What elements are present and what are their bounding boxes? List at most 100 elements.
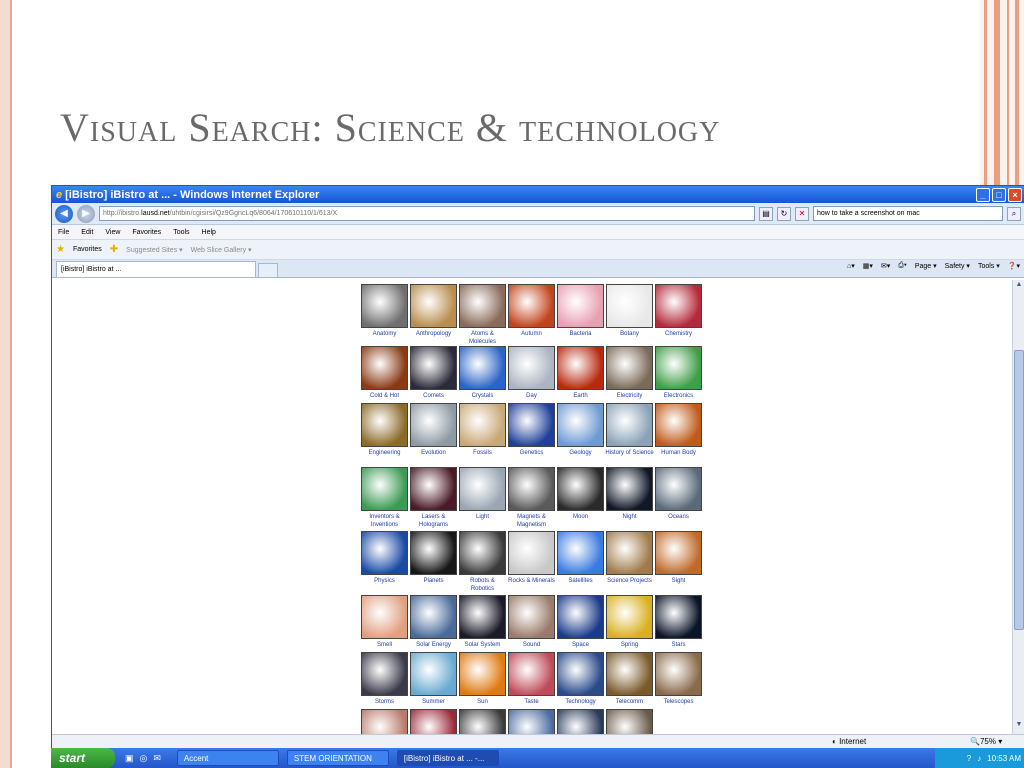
category-telecomm[interactable]: Telecomm bbox=[605, 652, 654, 706]
home-icon[interactable]: ⌂▾ bbox=[847, 262, 855, 270]
search-input[interactable]: how to take a screenshot on mac bbox=[813, 206, 1003, 221]
quick-launch-icon[interactable]: ▣ bbox=[125, 753, 134, 764]
refresh-icon[interactable]: ↻ bbox=[777, 206, 791, 221]
category-thumbnail[interactable] bbox=[508, 652, 555, 696]
mail-icon[interactable]: ✉▾ bbox=[881, 262, 890, 270]
category-thumbnail[interactable] bbox=[508, 284, 555, 328]
category-thumbnail[interactable] bbox=[410, 531, 457, 575]
category-botany[interactable]: Botany bbox=[605, 284, 654, 338]
category-thumbnail[interactable] bbox=[459, 531, 506, 575]
scroll-thumb[interactable] bbox=[1014, 350, 1024, 630]
taskbar-item-accent[interactable]: Accent bbox=[176, 750, 279, 766]
category-thumbnail[interactable] bbox=[361, 595, 408, 639]
category-thumbnail[interactable] bbox=[606, 531, 653, 575]
category-label[interactable]: Autumn bbox=[507, 330, 556, 338]
category-label[interactable]: Stars bbox=[654, 641, 703, 649]
category-fossils[interactable]: Fossils bbox=[458, 403, 507, 457]
category-rocks-and-minerals[interactable]: Rocks & Minerals bbox=[507, 531, 556, 585]
category-chemistry[interactable]: Chemistry bbox=[654, 284, 703, 338]
category-thumbnail[interactable] bbox=[508, 595, 555, 639]
category-thumbnail[interactable] bbox=[655, 652, 702, 696]
category-label[interactable]: Day bbox=[507, 392, 556, 400]
scroll-down-icon[interactable]: ▼ bbox=[1014, 721, 1024, 733]
category-item-53[interactable] bbox=[556, 709, 605, 734]
category-thumbnail[interactable] bbox=[655, 531, 702, 575]
category-thumbnail[interactable] bbox=[410, 284, 457, 328]
category-thumbnail[interactable] bbox=[655, 403, 702, 447]
category-light[interactable]: Light bbox=[458, 467, 507, 521]
mail-quick-icon[interactable]: ✉ bbox=[153, 753, 161, 764]
category-thumbnail[interactable] bbox=[459, 652, 506, 696]
category-label[interactable]: Evolution bbox=[409, 449, 458, 457]
category-inventors-and-inventions[interactable]: Inventors & Inventions bbox=[360, 467, 409, 529]
address-input[interactable]: http://ibistro. lausd.net/uhtbin/cgisirsi… bbox=[99, 206, 755, 221]
category-item-54[interactable] bbox=[605, 709, 654, 734]
category-label[interactable]: Anthropology bbox=[409, 330, 458, 338]
category-label[interactable]: Lasers & Holograms bbox=[409, 513, 458, 529]
category-sound[interactable]: Sound bbox=[507, 595, 556, 649]
category-history-of-science[interactable]: History of Science bbox=[605, 403, 654, 457]
menu-edit[interactable]: Edit bbox=[81, 229, 93, 236]
category-smell[interactable]: Smell bbox=[360, 595, 409, 649]
category-thumbnail[interactable] bbox=[459, 595, 506, 639]
back-button[interactable]: ◀ bbox=[55, 204, 73, 223]
category-thumbnail[interactable] bbox=[361, 652, 408, 696]
web-slice-gallery-link[interactable]: Web Slice Gallery ▾ bbox=[191, 246, 252, 254]
category-telescopes[interactable]: Telescopes bbox=[654, 652, 703, 706]
category-anatomy[interactable]: Anatomy bbox=[360, 284, 409, 338]
search-icon[interactable]: ⌕ bbox=[1007, 206, 1021, 221]
category-thumbnail[interactable] bbox=[557, 709, 604, 734]
category-label[interactable]: Planets bbox=[409, 577, 458, 585]
category-earth[interactable]: Earth bbox=[556, 346, 605, 400]
category-thumbnail[interactable] bbox=[606, 284, 653, 328]
category-thumbnail[interactable] bbox=[361, 531, 408, 575]
tray-help-icon[interactable]: ? bbox=[967, 754, 971, 763]
taskbar-item-ibistro[interactable]: [iBistro] iBistro at ... -... bbox=[396, 750, 499, 766]
category-label[interactable]: Chemistry bbox=[654, 330, 703, 338]
category-item-51[interactable] bbox=[458, 709, 507, 734]
category-lasers-and-holograms[interactable]: Lasers & Holograms bbox=[409, 467, 458, 529]
category-solar-energy[interactable]: Solar Energy bbox=[409, 595, 458, 649]
print-icon[interactable]: ⎙▾ bbox=[898, 262, 907, 270]
category-label[interactable]: Sight bbox=[654, 577, 703, 585]
category-label[interactable]: Space bbox=[556, 641, 605, 649]
category-label[interactable]: Solar System bbox=[458, 641, 507, 649]
page-menu[interactable]: Page ▾ bbox=[915, 262, 937, 270]
category-thumbnail[interactable] bbox=[410, 709, 457, 734]
category-label[interactable]: Earth bbox=[556, 392, 605, 400]
category-technology[interactable]: Technology bbox=[556, 652, 605, 706]
category-thumbnail[interactable] bbox=[508, 346, 555, 390]
category-label[interactable]: Smell bbox=[360, 641, 409, 649]
category-autumn[interactable]: Autumn bbox=[507, 284, 556, 338]
category-electricity[interactable]: Electricity bbox=[605, 346, 654, 400]
stop-icon[interactable]: ✕ bbox=[795, 206, 809, 221]
menu-favorites[interactable]: Favorites bbox=[132, 229, 161, 236]
zoom-level[interactable]: 🔍75% ▾ bbox=[970, 737, 1002, 746]
category-label[interactable]: Solar Energy bbox=[409, 641, 458, 649]
category-thumbnail[interactable] bbox=[655, 595, 702, 639]
category-label[interactable]: Sound bbox=[507, 641, 556, 649]
category-label[interactable]: Anatomy bbox=[360, 330, 409, 338]
category-geology[interactable]: Geology bbox=[556, 403, 605, 457]
category-thumbnail[interactable] bbox=[361, 467, 408, 511]
menu-help[interactable]: Help bbox=[202, 229, 216, 236]
category-planets[interactable]: Planets bbox=[409, 531, 458, 585]
category-spring[interactable]: Spring bbox=[605, 595, 654, 649]
category-science-projects[interactable]: Science Projects bbox=[605, 531, 654, 585]
minimize-button[interactable]: _ bbox=[976, 187, 990, 202]
category-label[interactable]: Telecomm bbox=[605, 698, 654, 706]
category-thumbnail[interactable] bbox=[361, 403, 408, 447]
category-label[interactable]: Storms bbox=[360, 698, 409, 706]
ie-quick-icon[interactable]: ◎ bbox=[140, 753, 148, 764]
category-taste[interactable]: Taste bbox=[507, 652, 556, 706]
tab-ibistro[interactable]: [iBistro] iBistro at ... bbox=[56, 261, 256, 277]
category-thumbnail[interactable] bbox=[361, 709, 408, 734]
menu-tools[interactable]: Tools bbox=[173, 229, 189, 236]
category-thumbnail[interactable] bbox=[606, 403, 653, 447]
category-day[interactable]: Day bbox=[507, 346, 556, 400]
category-thumbnail[interactable] bbox=[410, 403, 457, 447]
category-solar-system[interactable]: Solar System bbox=[458, 595, 507, 649]
category-item-52[interactable] bbox=[507, 709, 556, 734]
category-sun[interactable]: Sun bbox=[458, 652, 507, 706]
category-moon[interactable]: Moon bbox=[556, 467, 605, 521]
